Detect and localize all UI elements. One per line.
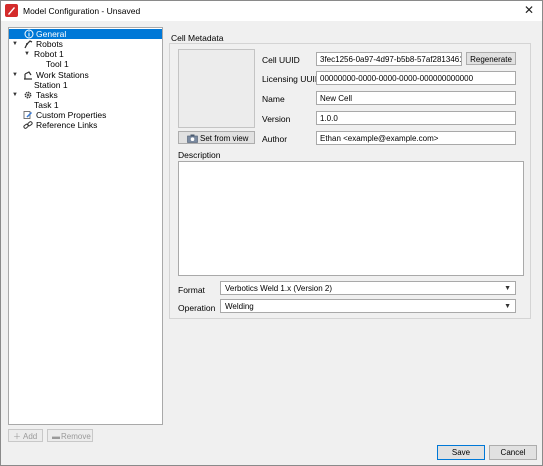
edit-icon <box>23 111 33 119</box>
expand-arrow-icon[interactable]: ▼ <box>24 49 30 59</box>
tree-item-label: Task 1 <box>34 100 59 110</box>
operation-label: Operation <box>178 303 216 313</box>
tree-item-robot-1[interactable]: ▼ Robot 1 <box>9 49 162 59</box>
expand-arrow-icon[interactable]: ▼ <box>12 90 18 100</box>
format-label: Format <box>178 285 205 295</box>
operation-dropdown[interactable]: Welding ▼ <box>220 299 516 313</box>
tree-item-label: Station 1 <box>34 80 68 90</box>
format-dropdown[interactable]: Verbotics Weld 1.x (Version 2) ▼ <box>220 281 516 295</box>
camera-icon <box>187 134 198 143</box>
cancel-button[interactable]: Cancel <box>489 445 537 460</box>
tree-item-label: Work Stations <box>36 70 89 80</box>
cell-uuid-field[interactable]: 3fec1256-0a97-4d97-b5b8-57af2813461c <box>316 52 462 66</box>
robot-arm-icon <box>24 40 33 49</box>
app-logo-icon <box>5 4 18 17</box>
licensing-uuid-label: Licensing UUID <box>262 74 322 84</box>
version-field[interactable]: 1.0.0 <box>316 111 516 125</box>
cell-uuid-label: Cell UUID <box>262 55 300 65</box>
config-tree: General ▼ Robots ▼ Robot 1 Tool 1 ▼ Work… <box>8 27 163 425</box>
info-icon <box>24 29 34 39</box>
tree-item-label: Reference Links <box>36 120 98 130</box>
tree-item-work-stations[interactable]: ▼ Work Stations <box>9 70 162 80</box>
tree-item-label: Custom Properties <box>36 110 107 120</box>
work-station-icon <box>24 71 32 80</box>
set-from-view-button[interactable]: Set from view <box>178 131 255 144</box>
name-label: Name <box>262 94 285 104</box>
chevron-down-icon: ▼ <box>504 285 511 292</box>
cell-preview-image <box>178 49 255 128</box>
title-bar: Model Configuration - Unsaved ✕ <box>1 1 542 21</box>
section-title: Cell Metadata <box>171 33 224 43</box>
tree-item-tool-1[interactable]: Tool 1 <box>9 59 162 69</box>
tree-item-label: Robots <box>36 39 63 49</box>
author-field[interactable]: Ethan <example@example.com> <box>316 131 516 145</box>
description-label: Description <box>178 150 221 160</box>
chevron-down-icon: ▼ <box>504 303 511 310</box>
tree-item-tasks[interactable]: ▼ Tasks <box>9 90 162 100</box>
tree-item-label: General <box>36 29 67 39</box>
link-icon <box>23 121 33 129</box>
window-title: Model Configuration - Unsaved <box>23 6 141 16</box>
tree-item-station-1[interactable]: Station 1 <box>9 80 162 90</box>
tree-item-reference-links[interactable]: Reference Links <box>9 120 162 130</box>
tree-item-label: Tool 1 <box>46 59 69 69</box>
regenerate-button[interactable]: Regenerate <box>466 52 516 65</box>
expand-arrow-icon[interactable]: ▼ <box>12 39 18 49</box>
plus-icon: ＋ <box>13 432 21 441</box>
tree-item-label: Tasks <box>36 90 58 100</box>
expand-arrow-icon[interactable]: ▼ <box>12 70 18 80</box>
version-label: Version <box>262 114 291 124</box>
name-field[interactable]: New Cell <box>316 91 516 105</box>
model-configuration-dialog: Model Configuration - Unsaved ✕ General … <box>0 0 543 466</box>
gear-icon <box>24 91 32 99</box>
author-label: Author <box>262 134 288 144</box>
licensing-uuid-field[interactable]: 00000000-0000-0000-0000-000000000000 <box>316 71 516 85</box>
tree-item-custom-properties[interactable]: Custom Properties <box>9 110 162 120</box>
description-textarea[interactable] <box>178 161 524 276</box>
tree-item-general[interactable]: General <box>9 29 162 39</box>
tree-item-label: Robot 1 <box>34 49 64 59</box>
tree-item-task-1[interactable]: Task 1 <box>9 100 162 110</box>
save-button[interactable]: Save <box>437 445 485 460</box>
remove-button[interactable]: ▬ Remove <box>47 429 93 442</box>
tree-item-robots[interactable]: ▼ Robots <box>9 39 162 49</box>
minus-icon: ▬ <box>52 432 60 441</box>
close-icon[interactable]: ✕ <box>522 3 536 17</box>
add-button[interactable]: ＋ Add <box>8 429 43 442</box>
